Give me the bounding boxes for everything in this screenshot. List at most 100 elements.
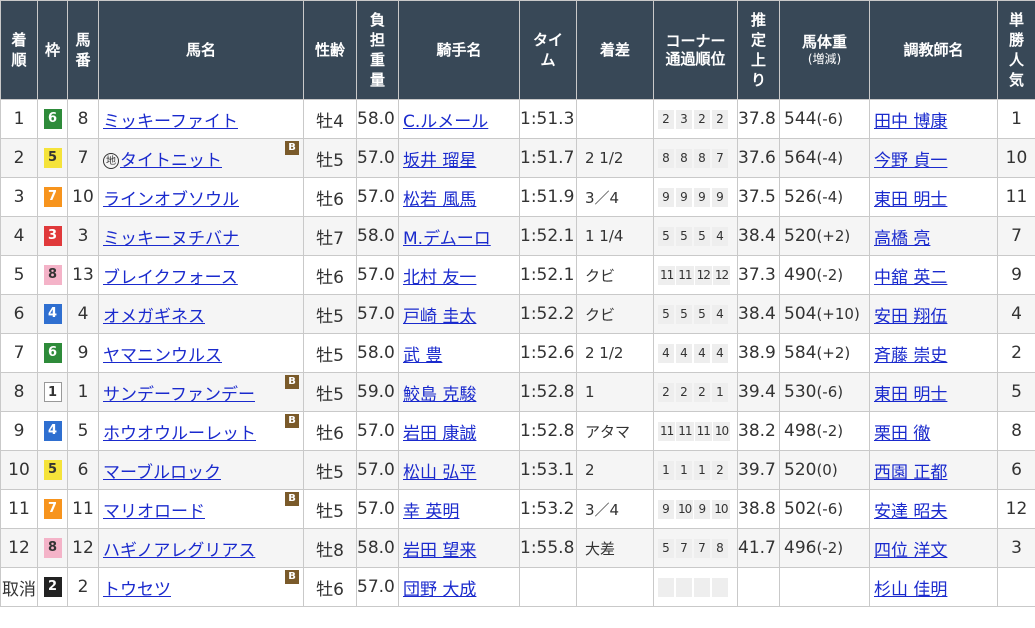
jockey-name-link[interactable]: 岩田 康誠: [403, 424, 476, 444]
jockey-name-link[interactable]: 松若 風馬: [403, 190, 476, 210]
jockey-cell: 岩田 望来: [398, 528, 520, 568]
jockey-name-link[interactable]: 松山 弘平: [403, 463, 476, 483]
waku-cell: 8: [37, 528, 68, 568]
body-weight-change: (+2): [816, 227, 851, 245]
jockey-name-link[interactable]: 幸 英明: [403, 502, 459, 522]
waku-badge: 8: [43, 265, 62, 285]
body-weight-cell: 496(-2): [779, 528, 870, 568]
jockey-name-link[interactable]: 団野 大成: [403, 580, 476, 600]
trainer-cell: 東田 明士: [869, 372, 998, 412]
umaban-cell: 2: [67, 567, 99, 607]
body-weight-value: 544: [784, 109, 817, 129]
umaban-cell: 8: [67, 99, 99, 139]
horse-name-link[interactable]: ラインオブソウル: [103, 190, 239, 210]
popularity-cell: [997, 567, 1035, 607]
jockey-name-link[interactable]: 鮫島 克駿: [403, 385, 476, 405]
sexage-cell: 牡5: [303, 294, 357, 334]
header-time-line-1: タイ: [532, 31, 563, 49]
corner-position: 11: [694, 421, 712, 441]
horse-name-link[interactable]: ハギノアレグリアス: [103, 541, 255, 561]
corner-position: 10: [712, 499, 730, 519]
jockey-name-link[interactable]: C.ルメール: [403, 112, 488, 132]
corner-position: 12: [712, 265, 731, 285]
umaban-cell: 5: [67, 411, 99, 451]
rank-cell: 取消: [0, 567, 38, 607]
corner-position: 4: [712, 343, 728, 363]
horse-cell: サンデーファンデー B: [98, 372, 304, 412]
sexage-cell: 牡6: [303, 255, 357, 295]
trainer-cell: 東田 明士: [869, 177, 998, 217]
jockey-cell: C.ルメール: [398, 99, 520, 139]
time-cell: 1:51.3: [519, 99, 577, 139]
rank-cell: 3: [0, 177, 38, 217]
trainer-name-link[interactable]: 安田 翔伍: [874, 307, 947, 327]
corner-position: 7: [712, 148, 728, 168]
last3f-cell: 38.9: [737, 333, 780, 373]
sexage-cell: 牡4: [303, 99, 357, 139]
trainer-name-link[interactable]: 四位 洋文: [874, 541, 947, 561]
corner-position: 8: [712, 538, 728, 558]
trainer-name-link[interactable]: 斉藤 崇史: [874, 346, 947, 366]
blinker-icon: B: [285, 414, 299, 428]
horse-name-link[interactable]: マリオロード: [103, 502, 205, 522]
trainer-name-link[interactable]: 杉山 佳明: [874, 580, 947, 600]
body-weight-change: (-4): [816, 188, 844, 206]
corner-position: 2: [712, 460, 728, 480]
corner-position: 2: [694, 382, 710, 402]
horse-name-link[interactable]: サンデーファンデー: [103, 385, 255, 405]
body-weight-cell: [779, 567, 870, 607]
corner-position: 4: [658, 343, 674, 363]
horse-name-link[interactable]: ブレイクフォース: [103, 268, 238, 288]
margin-cell: 2: [576, 450, 654, 490]
trainer-name-link[interactable]: 栗田 徹: [874, 424, 930, 444]
blinker-icon: B: [285, 570, 299, 584]
body-weight-value: 498: [784, 421, 817, 441]
waku-cell: 3: [37, 216, 68, 256]
table-row: 7 6 9 ヤマニンウルス 牡5 58.0 武 豊 1:52.6 2 1/2 4 4 4 4 38.9 58…: [0, 333, 1035, 373]
jockey-cell: 北村 友一: [398, 255, 520, 295]
jockey-name-link[interactable]: 武 豊: [403, 346, 442, 366]
horse-cell: ホウオウルーレット B: [98, 411, 304, 451]
corner-position: 1: [658, 460, 674, 480]
last3f-cell: [737, 567, 780, 607]
trainer-name-link[interactable]: 今野 貞一: [874, 151, 947, 171]
jockey-name-link[interactable]: 坂井 瑠星: [403, 151, 476, 171]
horse-name-link[interactable]: トウセツ: [103, 580, 171, 600]
horse-name-link[interactable]: ヤマニンウルス: [103, 346, 222, 366]
corner-position: [658, 577, 674, 597]
trainer-name-link[interactable]: 東田 明士: [874, 385, 947, 405]
local-horse-icon: 地: [103, 152, 119, 169]
trainer-name-link[interactable]: 西園 正都: [874, 463, 947, 483]
header-jockey: 騎手名: [398, 0, 520, 100]
last3f-cell: 39.7: [737, 450, 780, 490]
trainer-name-link[interactable]: 東田 明士: [874, 190, 947, 210]
waku-badge: 5: [43, 460, 62, 480]
corner-position: 5: [694, 226, 710, 246]
corner-cell: 5778: [653, 528, 738, 568]
corner-position: 9: [658, 187, 674, 207]
jockey-name-link[interactable]: 戸崎 圭太: [403, 307, 476, 327]
rank-cell: 2: [0, 138, 38, 178]
horse-name-link[interactable]: タイトニット: [120, 151, 222, 171]
trainer-name-link[interactable]: 安達 昭夫: [874, 502, 947, 522]
waku-badge: 8: [43, 538, 62, 558]
header-weight-carried: 負担重量: [356, 0, 399, 100]
jockey-name-link[interactable]: 北村 友一: [403, 268, 476, 288]
corner-position: 2: [658, 382, 674, 402]
trainer-name-link[interactable]: 中舘 英二: [874, 268, 947, 288]
weight-carried-cell: 59.0: [356, 372, 399, 412]
margin-cell: 1 1/4: [576, 216, 654, 256]
waku-badge: 4: [43, 421, 62, 441]
horse-name-link[interactable]: オメガギネス: [103, 307, 205, 327]
waku-badge: 3: [43, 226, 62, 246]
trainer-name-link[interactable]: 田中 博康: [874, 112, 947, 132]
horse-name-link[interactable]: ミッキーファイト: [103, 112, 238, 132]
horse-name-link[interactable]: マーブルロック: [103, 463, 221, 483]
jockey-name-link[interactable]: M.デムーロ: [403, 229, 491, 249]
table-row: 9 4 5 ホウオウルーレット B 牡6 57.0 岩田 康誠 1:52.8 アタマ 11 11 11 1…: [0, 411, 1035, 451]
corner-position: 11: [658, 421, 676, 441]
jockey-name-link[interactable]: 岩田 望来: [403, 541, 476, 561]
horse-name-link[interactable]: ホウオウルーレット: [103, 424, 256, 444]
trainer-name-link[interactable]: 高橋 亮: [874, 229, 930, 249]
horse-name-link[interactable]: ミッキーヌチバナ: [103, 229, 239, 249]
